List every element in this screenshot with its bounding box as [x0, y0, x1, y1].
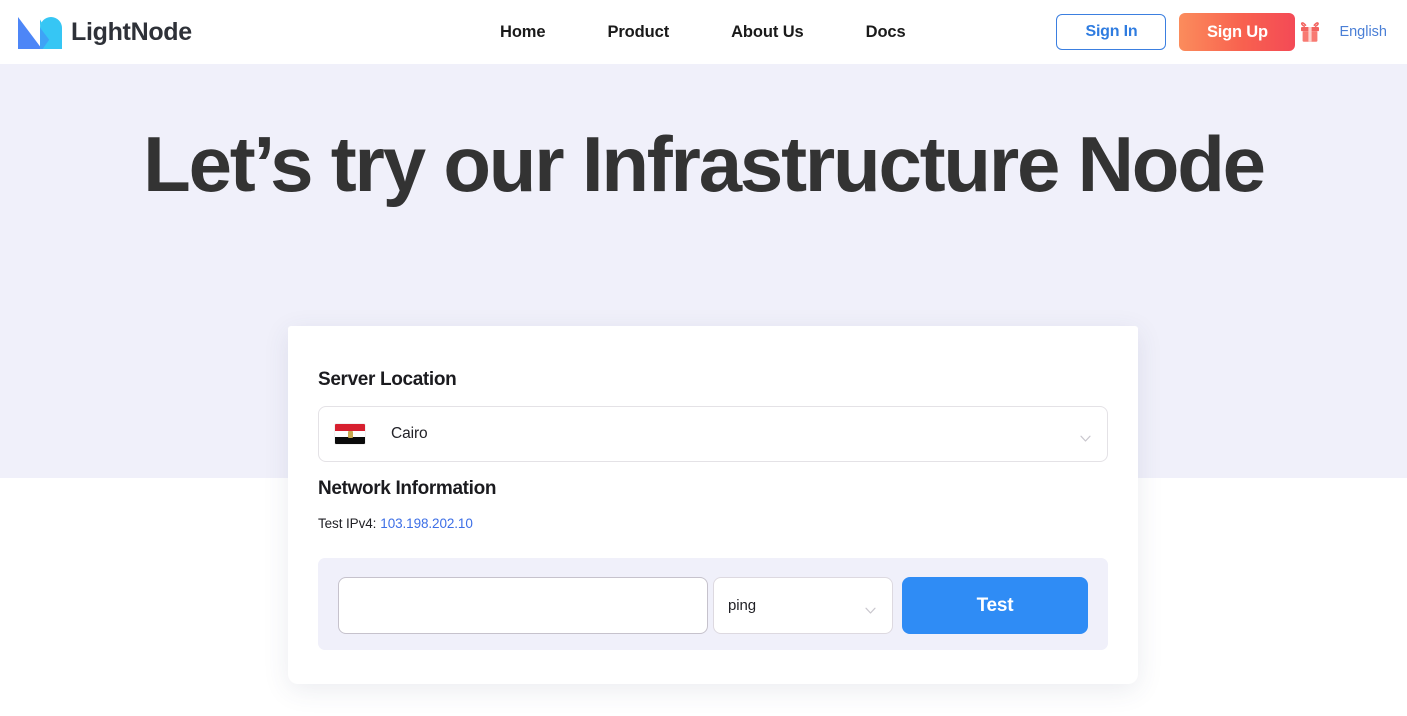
- server-location-heading: Server Location: [318, 369, 456, 391]
- nav-item-about-us[interactable]: About Us: [731, 23, 804, 42]
- host-input[interactable]: [338, 577, 708, 634]
- brand-logo[interactable]: LightNode: [16, 9, 192, 55]
- lightnode-logo-icon: [16, 13, 62, 51]
- chevron-down-icon: [865, 602, 876, 610]
- sign-in-button[interactable]: Sign In: [1056, 14, 1166, 50]
- main-nav: Home Product About Us Docs: [500, 0, 906, 64]
- test-ipv4-value[interactable]: 103.198.202.10: [380, 516, 472, 531]
- gift-icon[interactable]: [1299, 20, 1321, 44]
- sign-up-button[interactable]: Sign Up: [1179, 13, 1295, 51]
- header-actions: Sign In Sign Up English: [1056, 0, 1407, 64]
- test-button[interactable]: Test: [902, 577, 1088, 634]
- nav-item-home[interactable]: Home: [500, 23, 545, 42]
- server-location-select[interactable]: Cairo: [318, 406, 1108, 462]
- network-test-panel: ping Test: [318, 558, 1108, 650]
- site-header: LightNode Home Product About Us Docs Sig…: [0, 0, 1407, 64]
- chevron-down-icon: [1080, 430, 1091, 438]
- language-selector[interactable]: English: [1339, 24, 1387, 40]
- page-title: Let’s try our Infrastructure Node: [0, 114, 1407, 214]
- test-ipv4-label: Test IPv4:: [318, 516, 376, 531]
- test-ipv4-row: Test IPv4: 103.198.202.10: [318, 516, 473, 531]
- protocol-select-value: ping: [728, 597, 756, 614]
- network-test-card: Server Location Cairo Network Informatio…: [288, 326, 1138, 684]
- server-location-value: Cairo: [391, 425, 428, 443]
- nav-item-docs[interactable]: Docs: [866, 23, 906, 42]
- brand-name: LightNode: [71, 20, 192, 45]
- network-information-heading: Network Information: [318, 478, 496, 500]
- nav-item-product[interactable]: Product: [607, 23, 669, 42]
- page-root: LightNode Home Product About Us Docs Sig…: [0, 0, 1407, 716]
- protocol-select[interactable]: ping: [713, 577, 893, 634]
- flag-egypt-icon: [335, 424, 365, 444]
